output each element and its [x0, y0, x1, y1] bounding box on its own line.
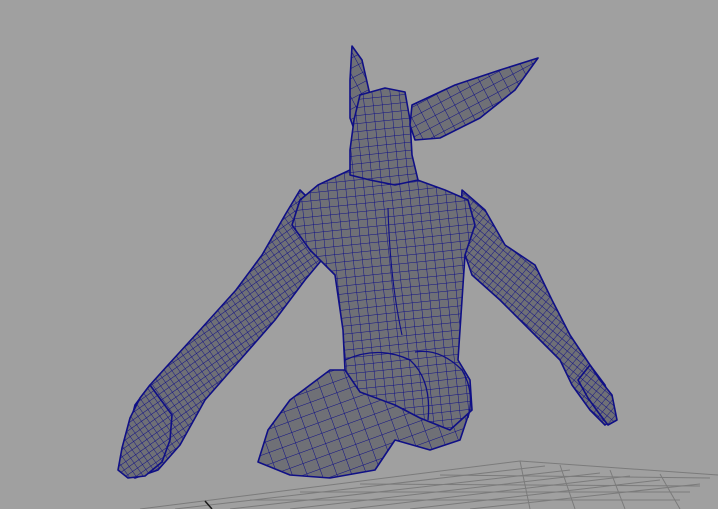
- character-mesh[interactable]: [117, 45, 618, 479]
- 3d-viewport[interactable]: [0, 0, 718, 509]
- viewport-scene[interactable]: [0, 0, 718, 509]
- right-ear-mesh[interactable]: [409, 57, 539, 141]
- ground-grid: [139, 460, 718, 509]
- head-mesh[interactable]: [349, 87, 419, 186]
